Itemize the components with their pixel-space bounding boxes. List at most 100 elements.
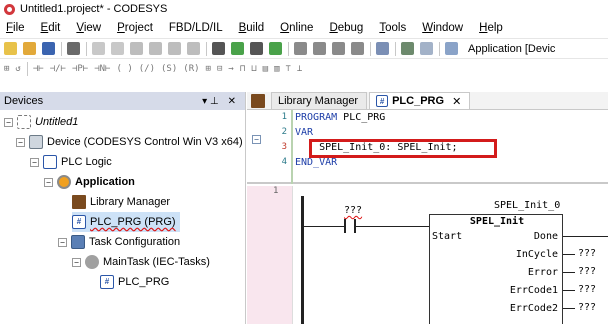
collapse-icon[interactable]: − (58, 237, 67, 247)
tree-item-label: MainTask (IEC-Tasks) (103, 256, 210, 268)
ladder-tool-icon[interactable]: ⊞ (206, 64, 211, 74)
program-icon: # (72, 215, 86, 229)
menu-online[interactable]: Online (280, 22, 313, 34)
replace-icon[interactable] (231, 42, 244, 55)
fold-icon[interactable]: − (252, 135, 261, 144)
tree-item-task-configuration[interactable]: − Task Configuration (58, 232, 180, 252)
ladder-tool-icon[interactable]: ( ) (116, 64, 132, 74)
new-project-icon[interactable] (4, 42, 17, 55)
ladder-editor[interactable]: 1 ??? SPEL_Init_0 SPEL_Init Start Done I… (247, 186, 608, 324)
ladder-tool-icon[interactable]: ↺ (15, 64, 20, 74)
ladder-tool-icon[interactable]: ▥ (274, 64, 279, 74)
application-icon (57, 175, 71, 189)
ladder-tool-icon[interactable]: → (228, 64, 233, 74)
line-numbers: 1 2 3 4 (269, 110, 287, 170)
ladder-tool-icon[interactable]: (R) (183, 64, 199, 74)
output-variable[interactable]: ??? (578, 248, 596, 259)
ladder-tool-icon[interactable]: ⊔ (251, 64, 256, 74)
code-line: PROGRAM PLC_PRG (295, 112, 386, 123)
cut-icon[interactable] (130, 42, 143, 55)
contact-left-plate[interactable] (344, 219, 346, 233)
close-panel-icon[interactable]: ✕ (228, 96, 236, 107)
redo-icon[interactable] (111, 42, 124, 55)
ladder-tool-icon[interactable]: (S) (161, 64, 177, 74)
ladder-tool-icon[interactable]: ⊣/⊢ (50, 64, 66, 74)
menu-project[interactable]: Project (117, 22, 153, 34)
menu-fbd-ld-il[interactable]: FBD/LD/IL (169, 22, 223, 34)
title-bar: Untitled1.project* - CODESYS (0, 0, 608, 18)
menu-debug[interactable]: Debug (329, 22, 363, 34)
output-variable[interactable]: ??? (578, 302, 596, 313)
ladder-tool-icon[interactable]: ⊣P⊢ (72, 64, 88, 74)
tree-item-plc-prg[interactable]: # PLC_PRG (PRG) (72, 212, 180, 232)
menu-tools[interactable]: Tools (379, 22, 406, 34)
tree-item-maintask[interactable]: − MainTask (IEC-Tasks) (72, 252, 210, 272)
ladder-tool-icon[interactable]: ⊣⊢ (33, 64, 44, 74)
ladder-tool-icon[interactable]: ⊟ (217, 64, 222, 74)
declaration-editor[interactable]: − 1 2 3 4 PROGRAM PLC_PRG VAR SPEL_Init_… (247, 110, 608, 184)
output-variable[interactable]: ??? (578, 284, 596, 295)
save-icon[interactable] (42, 42, 55, 55)
contact-variable-label[interactable]: ??? (344, 205, 362, 216)
tree-item-library-manager[interactable]: Library Manager (72, 192, 170, 212)
tree-item-plc-prg-call[interactable]: # PLC_PRG (100, 272, 169, 292)
output-variable[interactable]: ??? (578, 266, 596, 277)
close-tab-icon[interactable]: ✕ (452, 95, 461, 108)
application-icon[interactable] (445, 42, 458, 55)
add-object-icon[interactable] (420, 42, 433, 55)
bookmark-next-icon[interactable] (313, 42, 326, 55)
tree-item-project[interactable]: − Untitled1 (4, 112, 78, 132)
menu-help[interactable]: Help (479, 22, 503, 34)
ladder-tool-icon[interactable]: ⊥ (297, 64, 302, 74)
ladder-tool-icon[interactable]: ⊤ (286, 64, 291, 74)
ladder-tool-icon[interactable]: ⊓ (240, 64, 245, 74)
menu-file[interactable]: File (6, 22, 25, 34)
line-number: 2 (281, 127, 287, 137)
collapse-icon[interactable]: − (72, 257, 81, 267)
active-application-label[interactable]: Application [Devic (468, 43, 555, 55)
function-block[interactable]: SPEL_Init Start Done InCycle Error ErrCo… (429, 214, 563, 324)
collapse-icon[interactable]: − (44, 177, 53, 187)
collapse-icon[interactable]: − (16, 137, 25, 147)
tab-library-manager[interactable]: Library Manager (271, 92, 368, 109)
tree-item-plc-logic[interactable]: − PLC Logic (30, 152, 112, 172)
delete-icon[interactable] (187, 42, 200, 55)
find-next-icon[interactable] (250, 42, 263, 55)
ladder-tool-icon[interactable]: ⊞ (4, 64, 9, 74)
tree-item-label: Library Manager (90, 196, 171, 208)
output-wire (563, 236, 608, 237)
tree-item-device[interactable]: − Device (CODESYS Control Win V3 x64) (16, 132, 243, 152)
plc-logic-icon (43, 155, 57, 169)
bookmark-clear-icon[interactable] (351, 42, 364, 55)
print-icon[interactable] (67, 42, 80, 55)
device-tree-icon[interactable] (376, 42, 389, 55)
paste-icon[interactable] (168, 42, 181, 55)
menu-edit[interactable]: Edit (41, 22, 61, 34)
undo-icon[interactable] (92, 42, 105, 55)
menu-window[interactable]: Window (422, 22, 463, 34)
build-icon[interactable] (401, 42, 414, 55)
pin-panel-icon[interactable]: ▾ ⊥ (202, 96, 219, 107)
fb-output-errcode1: ErrCode1 (509, 285, 558, 296)
bookmark-prev-icon[interactable] (332, 42, 345, 55)
highlight-annotation (309, 139, 497, 158)
ladder-tool-icon[interactable]: (/) (139, 64, 155, 74)
network-1[interactable]: ??? SPEL_Init_0 SPEL_Init Start Done InC… (304, 186, 608, 324)
find-icon[interactable] (212, 42, 225, 55)
ladder-tool-icon[interactable]: ▤ (263, 64, 268, 74)
collapse-icon[interactable]: − (4, 117, 13, 127)
menu-view[interactable]: View (76, 22, 101, 34)
bookmark-icon[interactable] (294, 42, 307, 55)
collapse-icon[interactable]: − (30, 157, 39, 167)
toolbar-separator (86, 41, 87, 56)
copy-icon[interactable] (149, 42, 162, 55)
ladder-tool-icon[interactable]: ⊣N⊢ (94, 64, 110, 74)
tree-item-application[interactable]: − Application (44, 172, 135, 192)
menu-build[interactable]: Build (239, 22, 265, 34)
replace-next-icon[interactable] (269, 42, 282, 55)
tree-item-label: PLC_PRG (118, 276, 170, 288)
fb-instance-name[interactable]: SPEL_Init_0 (494, 200, 560, 211)
tree-item-label: Device (CODESYS Control Win V3 x64) (47, 136, 243, 148)
tab-plc-prg[interactable]: # PLC_PRG ✕ (369, 92, 471, 109)
open-project-icon[interactable] (23, 42, 36, 55)
